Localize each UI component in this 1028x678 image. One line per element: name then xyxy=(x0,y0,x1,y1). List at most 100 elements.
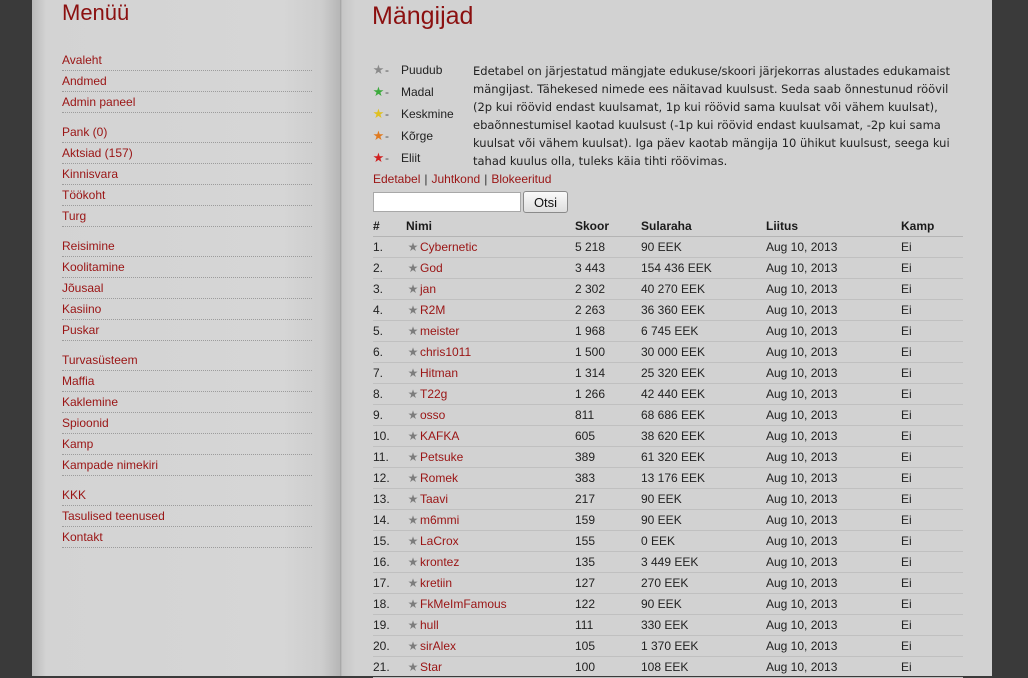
cell-joined: Aug 10, 2013 xyxy=(766,572,901,594)
cell-rank: 4. xyxy=(373,299,406,321)
players-table: # Nimi Skoor Sularaha Liitus Kamp 1. ★ Cyb… xyxy=(373,216,963,678)
menu-item-tasulised-teenused[interactable]: Tasulised teenused xyxy=(62,507,312,527)
cell-score: 811 xyxy=(575,404,641,426)
legend-row-puudub: ★- Puudub xyxy=(372,61,472,83)
menu-item-kontakt[interactable]: Kontakt xyxy=(62,528,312,548)
menu-item-kamp[interactable]: Kamp xyxy=(62,435,312,455)
menu-item-turg[interactable]: Turg xyxy=(62,207,312,227)
cell-rank: 3. xyxy=(373,278,406,300)
player-name-link[interactable]: Petsuke xyxy=(420,450,463,464)
player-search-input[interactable] xyxy=(373,192,521,212)
star-gray-icon: ★ xyxy=(407,282,419,296)
player-name-link[interactable]: God xyxy=(420,261,443,275)
cell-cash: 25 320 EEK xyxy=(641,362,766,384)
cell-cash: 90 EEK xyxy=(641,593,766,615)
menu-item-kampade-nimekiri[interactable]: Kampade nimekiri xyxy=(62,456,312,476)
cell-joined: Aug 10, 2013 xyxy=(766,320,901,342)
menu-item-jousaal[interactable]: Jõusaal xyxy=(62,279,312,299)
player-name-link[interactable]: sirAlex xyxy=(420,639,456,653)
menu-item-kkk[interactable]: KKK xyxy=(62,486,312,506)
star-gray-icon: ★ xyxy=(407,240,419,254)
player-name-link[interactable]: Hitman xyxy=(420,366,458,380)
menu-item-tookoht[interactable]: Töökoht xyxy=(62,186,312,206)
link-blokeeritud[interactable]: Blokeeritud xyxy=(491,172,551,186)
cell-score: 1 266 xyxy=(575,383,641,405)
col-header-name: Nimi xyxy=(406,216,575,237)
search-button[interactable]: Otsi xyxy=(523,191,568,213)
legend-row-madal: ★- Madal xyxy=(372,83,472,105)
player-name-link[interactable]: T22g xyxy=(420,387,447,401)
cell-joined: Aug 10, 2013 xyxy=(766,404,901,426)
star-gray-icon: ★ xyxy=(407,345,419,359)
player-name-link[interactable]: chris1011 xyxy=(420,345,471,359)
player-name-link[interactable]: FkMeImFamous xyxy=(420,597,507,611)
player-name-link[interactable]: Star xyxy=(420,660,442,674)
cell-gang: Ei xyxy=(901,341,963,363)
table-row: 7. ★ Hitman 1 314 25 320 EEK Aug 10, 2013 Ei xyxy=(373,362,963,384)
player-name-link[interactable]: KAFKA xyxy=(420,429,459,443)
cell-cash: 61 320 EEK xyxy=(641,446,766,468)
link-juhtkond[interactable]: Juhtkond xyxy=(432,172,481,186)
link-separator: | xyxy=(484,172,488,186)
menu-item-koolitamine[interactable]: Koolitamine xyxy=(62,258,312,278)
cell-name: ★ KAFKA xyxy=(406,425,575,447)
star-red-icon: ★ xyxy=(372,150,385,165)
cell-name: ★ sirAlex xyxy=(406,635,575,657)
player-name-link[interactable]: osso xyxy=(420,408,445,422)
cell-cash: 1 370 EEK xyxy=(641,635,766,657)
cell-cash: 40 270 EEK xyxy=(641,278,766,300)
menu-item-pank[interactable]: Pank (0) xyxy=(62,123,312,143)
menu-item-aktsiad[interactable]: Aktsiad (157) xyxy=(62,144,312,164)
cell-name: ★ LaCrox xyxy=(406,530,575,552)
fame-legend: ★- Puudub ★- Madal ★- Keskmine ★- Kõrge ★- El… xyxy=(372,61,472,171)
cell-score: 1 314 xyxy=(575,362,641,384)
legend-dash: - xyxy=(385,129,389,143)
player-name-link[interactable]: Cybernetic xyxy=(420,240,477,254)
cell-joined: Aug 10, 2013 xyxy=(766,488,901,510)
table-row: 5. ★ meister 1 968 6 745 EEK Aug 10, 2013 Ei xyxy=(373,320,963,342)
player-name-link[interactable]: krontez xyxy=(420,555,459,569)
star-gray-icon: ★ xyxy=(407,450,419,464)
cell-gang: Ei xyxy=(901,278,963,300)
menu-item-kaklemine[interactable]: Kaklemine xyxy=(62,393,312,413)
player-name-link[interactable]: Taavi xyxy=(420,492,448,506)
cell-name: ★ osso xyxy=(406,404,575,426)
menu-item-turvasusteem[interactable]: Turvasüsteem xyxy=(62,351,312,371)
menu-item-avaleht[interactable]: Avaleht xyxy=(62,51,312,71)
cell-cash: 36 360 EEK xyxy=(641,299,766,321)
legend-dash: - xyxy=(385,151,389,165)
legend-row-keskmine: ★- Keskmine xyxy=(372,105,472,127)
cell-score: 127 xyxy=(575,572,641,594)
player-name-link[interactable]: m6mmi xyxy=(420,513,459,527)
player-name-link[interactable]: meister xyxy=(420,324,459,338)
menu-item-maffia[interactable]: Maffia xyxy=(62,372,312,392)
cell-joined: Aug 10, 2013 xyxy=(766,551,901,573)
menu-item-kasiino[interactable]: Kasiino xyxy=(62,300,312,320)
col-header-cash: Sularaha xyxy=(641,216,766,237)
menu-item-kinnisvara[interactable]: Kinnisvara xyxy=(62,165,312,185)
star-gray-icon: ★ xyxy=(372,62,385,77)
player-name-link[interactable]: hull xyxy=(420,618,439,632)
menu-title: Menüü xyxy=(62,0,130,25)
menu-item-spioonid[interactable]: Spioonid xyxy=(62,414,312,434)
menu-item-puskar[interactable]: Puskar xyxy=(62,321,312,341)
cell-name: ★ Romek xyxy=(406,467,575,489)
cell-joined: Aug 10, 2013 xyxy=(766,614,901,636)
player-name-link[interactable]: R2M xyxy=(420,303,445,317)
legend-row-eliit: ★- Eliit xyxy=(372,149,472,171)
player-name-link[interactable]: kretiin xyxy=(420,576,452,590)
player-name-link[interactable]: jan xyxy=(420,282,436,296)
player-name-link[interactable]: LaCrox xyxy=(420,534,459,548)
player-name-link[interactable]: Romek xyxy=(420,471,458,485)
menu-item-admin-paneel[interactable]: Admin paneel xyxy=(62,93,312,113)
link-edetabel[interactable]: Edetabel xyxy=(373,172,420,186)
col-header-score: Skoor xyxy=(575,216,641,237)
cell-rank: 7. xyxy=(373,362,406,384)
star-gray-icon: ★ xyxy=(407,492,419,506)
cell-gang: Ei xyxy=(901,509,963,531)
cell-name: ★ krontez xyxy=(406,551,575,573)
players-table-body: 1. ★ Cybernetic 5 218 90 EEK Aug 10, 2013 Ei 2.… xyxy=(373,236,963,678)
star-gray-icon: ★ xyxy=(407,597,419,611)
menu-item-reisimine[interactable]: Reisimine xyxy=(62,237,312,257)
menu-item-andmed[interactable]: Andmed xyxy=(62,72,312,92)
